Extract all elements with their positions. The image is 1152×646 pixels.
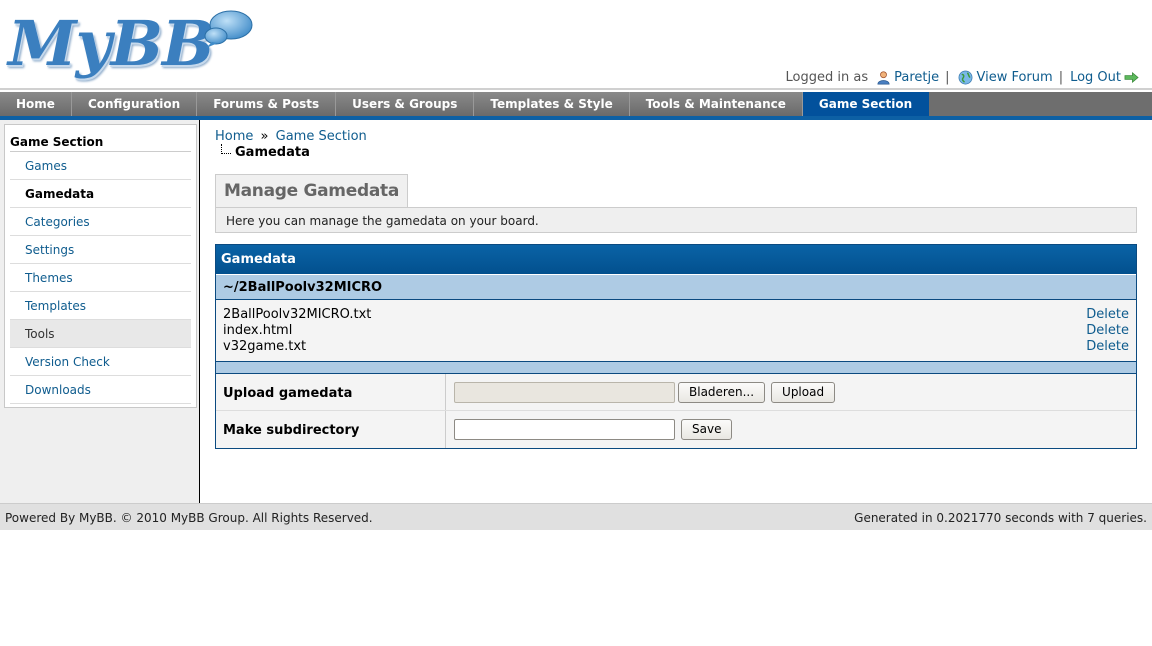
header-divider (0, 88, 1152, 90)
tab-users-groups[interactable]: Users & Groups (336, 92, 475, 116)
logout-link[interactable]: Log Out (1070, 70, 1121, 85)
table-header: Gamedata (216, 245, 1136, 274)
copyright-text: Powered By MyBB. © 2010 MyBB Group. All … (5, 511, 373, 525)
arrow-right-icon (1124, 72, 1139, 83)
tab-tools-maintenance[interactable]: Tools & Maintenance (629, 92, 803, 116)
tab-manage-gamedata[interactable]: Manage Gamedata (215, 174, 408, 207)
user-bar: Logged in as Paretje | View Forum | Log … (786, 70, 1142, 85)
gamedata-table: Gamedata ~/2BallPoolv32MICRO 2BallPoolv3… (215, 244, 1137, 449)
file-name: 2BallPoolv32MICRO.txt (223, 307, 372, 322)
directory-path: ~/2BallPoolv32MICRO (216, 274, 1136, 300)
upload-label: Upload gamedata (216, 374, 446, 410)
tab-forums-posts[interactable]: Forums & Posts (197, 92, 337, 116)
delete-link[interactable]: Delete (1086, 339, 1129, 355)
breadcrumb: Home » Game Section (215, 128, 1137, 144)
separator: | (1058, 70, 1064, 85)
subdirectory-input[interactable] (454, 419, 675, 440)
subdirectory-label: Make subdirectory (216, 411, 446, 448)
file-row: 2BallPoolv32MICRO.txt Delete (223, 307, 1129, 323)
globe-icon (959, 70, 973, 85)
sidebar-item-themes[interactable]: Themes (10, 264, 191, 292)
logged-in-label: Logged in as (785, 70, 869, 85)
user-icon (877, 71, 890, 85)
sidebar-item-tools[interactable]: Tools (10, 320, 191, 348)
delete-link[interactable]: Delete (1086, 323, 1129, 339)
tab-configuration[interactable]: Configuration (71, 92, 198, 116)
tree-connector (221, 144, 231, 154)
browse-button[interactable]: Bladeren... (678, 381, 766, 403)
tab-game-section[interactable]: Game Section (802, 92, 930, 116)
delete-link[interactable]: Delete (1086, 307, 1129, 323)
sidebar-item-categories[interactable]: Categories (10, 208, 191, 236)
file-name: index.html (223, 323, 293, 338)
separator: | (945, 70, 950, 85)
breadcrumb-separator: » (260, 129, 269, 144)
breadcrumb-game-section[interactable]: Game Section (276, 129, 367, 144)
tab-bar: Manage Gamedata (215, 174, 1137, 207)
footer: Powered By MyBB. © 2010 MyBB Group. All … (0, 503, 1152, 530)
view-forum-link[interactable]: View Forum (976, 70, 1052, 85)
sidebar-item-games[interactable]: Games (10, 152, 191, 180)
page-title-text: Gamedata (235, 145, 310, 160)
file-row: index.html Delete (223, 323, 1129, 339)
main-menu: Home Configuration Forums & Posts Users … (0, 92, 1152, 116)
tab-home[interactable]: Home (0, 92, 72, 116)
username-link[interactable]: Paretje (894, 70, 939, 85)
speech-bubble-icon (204, 10, 253, 48)
file-path-field[interactable] (454, 381, 675, 403)
generation-stats: Generated in 0.2021770 seconds with 7 qu… (854, 511, 1147, 525)
logo-text: MyBB (8, 7, 214, 80)
tab-templates-style[interactable]: Templates & Style (474, 92, 630, 116)
file-name: v32game.txt (223, 339, 307, 354)
tab-description: Here you can manage the gamedata on your… (215, 207, 1137, 233)
file-row: v32game.txt Delete (223, 339, 1129, 355)
sidebar-item-gamedata[interactable]: Gamedata (10, 180, 191, 208)
section-divider (216, 361, 1136, 374)
sidebar-title: Game Section (10, 130, 191, 152)
sidebar-item-downloads[interactable]: Downloads (10, 376, 191, 404)
sidebar-item-settings[interactable]: Settings (10, 236, 191, 264)
breadcrumb-home[interactable]: Home (215, 129, 253, 144)
page-title: Gamedata (215, 144, 1137, 162)
upload-button[interactable]: Upload (771, 381, 836, 403)
main-content: Home » Game Section Gamedata Manage Game… (215, 128, 1137, 449)
mybb-logo[interactable]: MyBB (8, 7, 253, 80)
sidebar-item-version-check[interactable]: Version Check (10, 348, 191, 376)
upload-row: Upload gamedata Bladeren... Upload (216, 374, 1136, 411)
sidebar-nav: Game Section Games Gamedata Categories S… (4, 124, 197, 408)
sidebar-item-templates[interactable]: Templates (10, 292, 191, 320)
subdirectory-row: Make subdirectory Save (216, 411, 1136, 448)
save-button[interactable]: Save (681, 419, 733, 440)
file-list: 2BallPoolv32MICRO.txt Delete index.html … (216, 300, 1136, 361)
